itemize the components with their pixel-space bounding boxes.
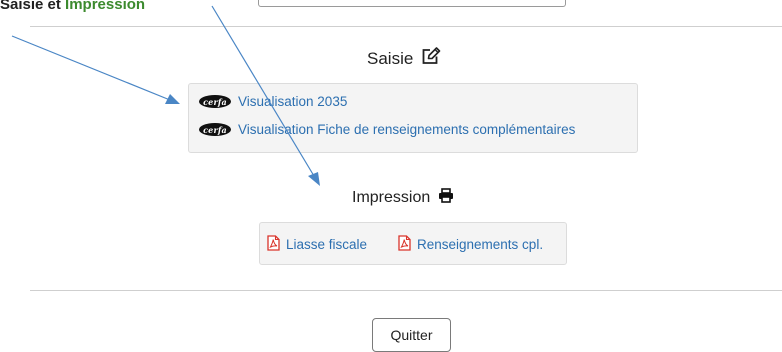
edit-icon	[421, 47, 441, 70]
link-visualisation-2035[interactable]: cerfa Visualisation 2035	[199, 94, 347, 109]
pdf-icon	[398, 235, 411, 254]
top-partial-text: Saisie et Impression	[0, 0, 145, 13]
divider-bottom	[30, 290, 782, 291]
impression-title: Impression	[352, 189, 431, 206]
impression-heading: Impression	[352, 188, 454, 208]
link-label: Renseignements cpl.	[417, 237, 544, 252]
arrow-head-left-icon	[165, 94, 180, 104]
printer-icon	[438, 188, 454, 208]
cerfa-badge-icon: cerfa	[199, 95, 231, 108]
arrow-line-left	[11, 35, 171, 101]
link-liasse-fiscale[interactable]: Liasse fiscale	[267, 235, 367, 254]
saisie-heading: Saisie	[367, 47, 441, 70]
pdf-icon	[267, 235, 280, 254]
top-text-green: Impression	[65, 0, 146, 13]
top-text-prefix: Saisie et	[0, 0, 66, 13]
saisie-title: Saisie	[367, 48, 414, 68]
link-label: Liasse fiscale	[286, 237, 368, 252]
link-renseignements-cpl[interactable]: Renseignements cpl.	[398, 235, 543, 254]
divider-top	[30, 26, 782, 27]
quit-button[interactable]: Quitter	[372, 318, 451, 352]
cerfa-badge-icon: cerfa	[199, 123, 231, 136]
link-label: Visualisation 2035	[238, 94, 348, 109]
arrow-head-center-icon	[308, 172, 320, 186]
link-label: Visualisation Fiche de renseignements co…	[238, 122, 576, 137]
top-partial-box	[258, 0, 566, 7]
link-visualisation-fiche[interactable]: cerfa Visualisation Fiche de renseigneme…	[199, 122, 575, 137]
